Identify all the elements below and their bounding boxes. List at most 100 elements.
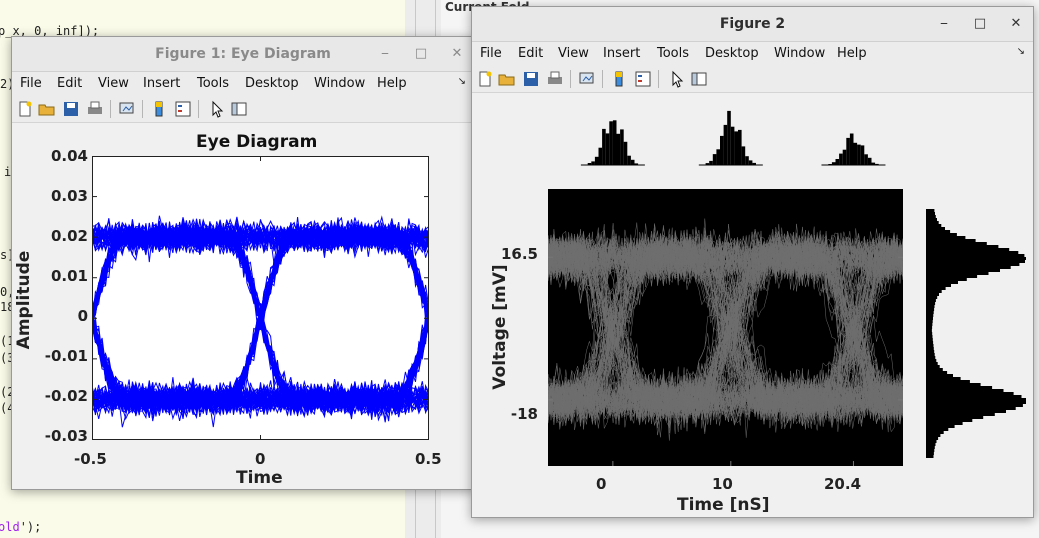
histogram-bar xyxy=(926,263,1020,266)
histogram-bar xyxy=(734,131,738,165)
menu-help[interactable]: Help xyxy=(377,76,407,91)
menu-window[interactable]: Window xyxy=(774,46,825,61)
y-tick-label: -0.03 xyxy=(44,427,88,445)
histogram-bar xyxy=(926,224,942,227)
figure1-toolbar xyxy=(12,96,474,123)
toolbar-separator xyxy=(198,100,199,118)
histogram-bar xyxy=(605,133,610,165)
menu-tools[interactable]: Tools xyxy=(197,76,229,91)
print-icon[interactable] xyxy=(546,70,564,88)
minimize-button[interactable]: ⎯ xyxy=(376,45,394,63)
save-icon[interactable] xyxy=(62,100,80,118)
figure1-titlebar[interactable]: Figure 1: Eye Diagram ⎯ □ ✕ xyxy=(12,37,474,72)
histogram-bar xyxy=(926,425,955,428)
y-axis-label: Voltage [mV] xyxy=(490,264,510,390)
save-icon[interactable] xyxy=(522,70,540,88)
x-tick-label: 10 xyxy=(712,475,733,493)
menu-view[interactable]: View xyxy=(558,46,589,61)
menu-edit[interactable]: Edit xyxy=(518,46,543,61)
pointer-icon[interactable] xyxy=(668,70,686,88)
histogram-bar xyxy=(730,126,735,165)
histogram-bar xyxy=(627,155,631,165)
histogram-bar xyxy=(716,149,720,165)
histogram-bar xyxy=(926,398,1026,401)
histogram-bar xyxy=(926,314,934,317)
colorbar-icon[interactable] xyxy=(150,100,168,118)
histogram-bar xyxy=(926,236,966,239)
figure2-titlebar[interactable]: Figure 2 ⎯ □ ✕ xyxy=(472,7,1033,42)
figure1-window[interactable]: Figure 1: Eye Diagram ⎯ □ ✕ File Edit Vi… xyxy=(11,36,475,490)
legend-icon[interactable] xyxy=(174,100,192,118)
histogram-bar xyxy=(926,296,938,299)
histogram-bar xyxy=(926,392,1014,395)
open-file-icon[interactable] xyxy=(38,100,56,118)
eye-diagram-plot[interactable] xyxy=(92,156,429,440)
figure2-window[interactable]: Figure 2 ⎯ □ ✕ File Edit View Insert Too… xyxy=(471,6,1034,518)
toolbar-separator xyxy=(658,70,659,88)
histogram-bar xyxy=(926,239,976,242)
y-tick-label: 0.01 xyxy=(50,267,88,285)
menu-desktop[interactable]: Desktop xyxy=(705,46,759,61)
histogram-bar xyxy=(926,452,934,455)
link-plot-icon[interactable] xyxy=(118,100,136,118)
histogram-bar xyxy=(926,449,935,452)
histogram-bar xyxy=(926,329,932,332)
open-file-icon[interactable] xyxy=(498,70,516,88)
new-figure-icon[interactable] xyxy=(16,100,34,118)
histogram-bar xyxy=(839,153,843,165)
code-line: old'); xyxy=(0,520,41,534)
maximize-button[interactable]: □ xyxy=(971,15,989,33)
property-editor-icon[interactable] xyxy=(690,70,708,88)
histogram-bar xyxy=(741,146,746,165)
histogram-bar xyxy=(926,287,946,290)
histogram-bar xyxy=(926,353,935,356)
histogram-bar xyxy=(926,377,961,380)
histogram-bar xyxy=(926,422,963,425)
histogram-bar xyxy=(926,344,934,347)
dock-arrow-icon[interactable]: ↘ xyxy=(458,76,466,87)
menu-file[interactable]: File xyxy=(20,76,42,91)
toolbar-separator xyxy=(142,100,143,118)
figure1-menubar: File Edit View Insert Tools Desktop Wind… xyxy=(12,72,474,96)
histogram-bar xyxy=(620,129,624,165)
dock-arrow-icon[interactable]: ↘ xyxy=(1017,46,1025,57)
histogram-bar xyxy=(926,386,993,389)
eye-density-plot[interactable] xyxy=(548,189,903,466)
close-button[interactable]: ✕ xyxy=(448,45,466,63)
menu-insert[interactable]: Insert xyxy=(143,76,180,91)
histogram-bar xyxy=(926,431,944,434)
link-plot-icon[interactable] xyxy=(578,70,596,88)
menu-file[interactable]: File xyxy=(480,46,502,61)
menu-tools[interactable]: Tools xyxy=(657,46,689,61)
x-axis-label: Time [nS] xyxy=(677,495,770,515)
maximize-button[interactable]: □ xyxy=(412,45,430,63)
menu-help[interactable]: Help xyxy=(837,46,867,61)
histogram-bar xyxy=(926,428,949,431)
window-title: Figure 1: Eye Diagram xyxy=(155,46,331,62)
histogram-bar xyxy=(926,248,1010,251)
menu-view[interactable]: View xyxy=(98,76,129,91)
histogram-bar xyxy=(926,278,967,281)
menu-edit[interactable]: Edit xyxy=(57,76,82,91)
histogram-bar xyxy=(926,323,933,326)
histogram-bar xyxy=(926,317,933,320)
histogram-bar xyxy=(926,209,935,212)
x-tick-label: 0 xyxy=(255,450,266,468)
close-button[interactable]: ✕ xyxy=(1007,15,1025,33)
histogram-bar xyxy=(926,305,935,308)
colorbar-icon[interactable] xyxy=(610,70,628,88)
y-tick-label: -0.01 xyxy=(44,347,88,365)
histogram-bar xyxy=(926,272,989,275)
menu-window[interactable]: Window xyxy=(314,76,365,91)
menu-insert[interactable]: Insert xyxy=(603,46,640,61)
legend-icon[interactable] xyxy=(634,70,652,88)
print-icon[interactable] xyxy=(86,100,104,118)
minimize-button[interactable]: ⎯ xyxy=(935,15,953,33)
new-figure-icon[interactable] xyxy=(476,70,494,88)
property-editor-icon[interactable] xyxy=(230,100,248,118)
histogram-bar xyxy=(926,284,951,287)
histogram-bar xyxy=(926,347,934,350)
code-string: old xyxy=(0,520,20,534)
menu-desktop[interactable]: Desktop xyxy=(245,76,299,91)
pointer-icon[interactable] xyxy=(208,100,226,118)
